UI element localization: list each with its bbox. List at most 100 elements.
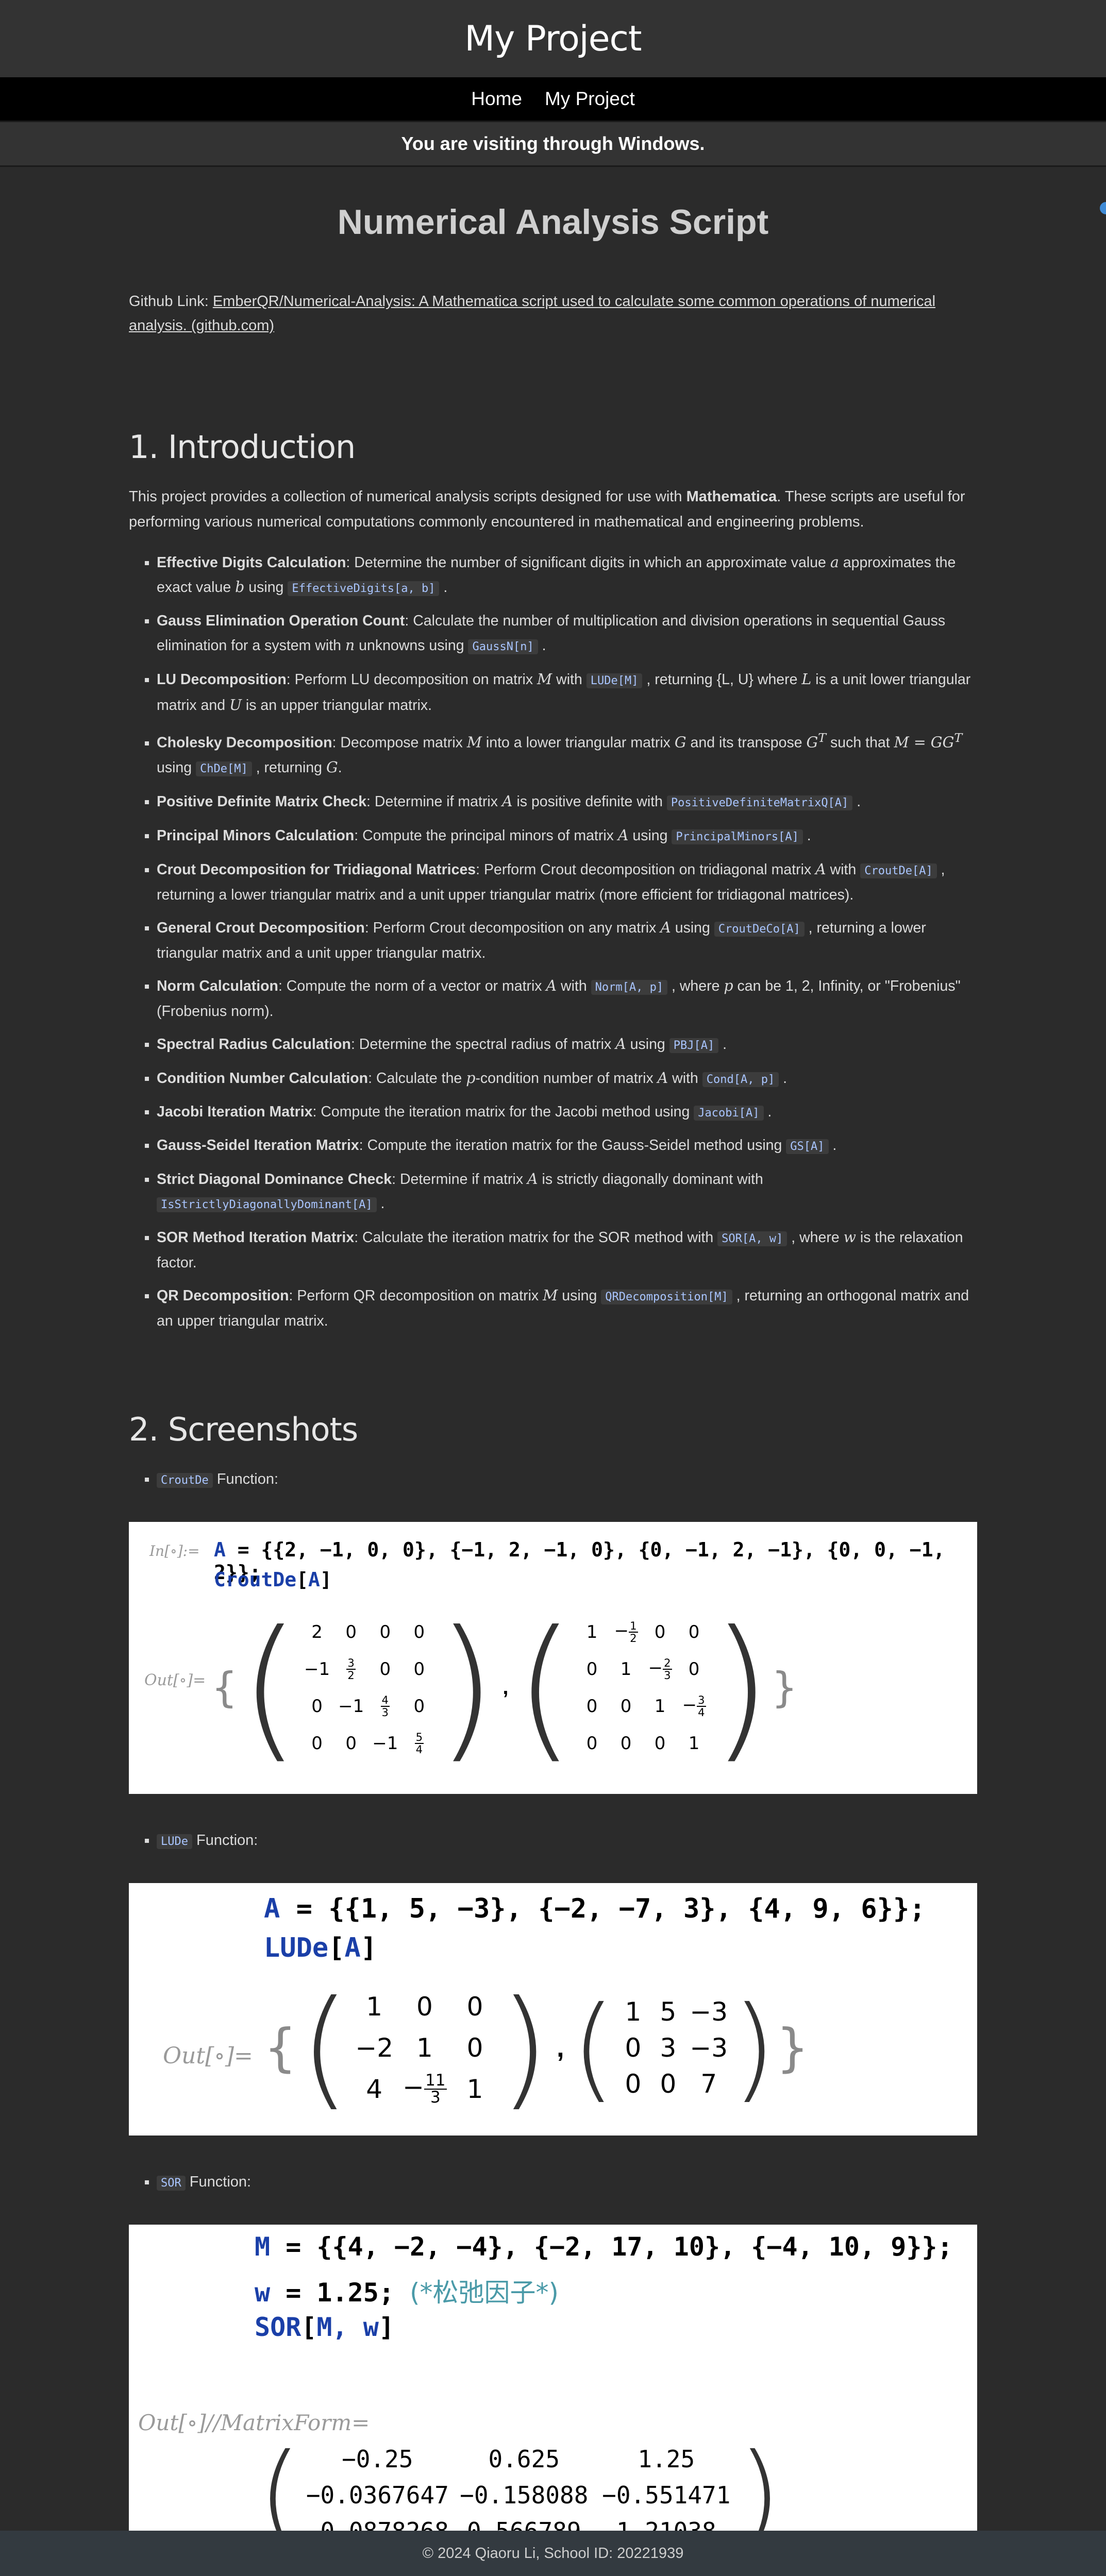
list-item: QR Decomposition: Perform QR decompositi… [157, 1283, 977, 1333]
matrix-cell: −2 [355, 2032, 394, 2063]
feature-text: : Compute the iteration matrix for the J… [312, 1103, 694, 1120]
matrix-cell: 0 [654, 1733, 666, 1754]
matrix-cell: 1 [688, 1733, 700, 1754]
list-item: Principal Minors Calculation: Compute th… [157, 823, 977, 849]
matrix-cell: 0 [345, 1621, 357, 1642]
matrix-cell: 0 [620, 1733, 632, 1754]
feature-name: Jacobi Iteration Matrix [157, 1103, 313, 1120]
feature-text: , returning [252, 759, 326, 776]
code-rest: = 1.25; [270, 2277, 410, 2308]
matrix-cell: 0 [586, 1733, 598, 1754]
math-var: a [830, 554, 839, 571]
matrix-cell: 1.25 [638, 2445, 695, 2473]
feature-name: General Crout Decomposition [157, 919, 365, 936]
code-fn: SOR [255, 2312, 301, 2342]
feature-text: : Determine the number of significant di… [346, 554, 830, 571]
feature-text: using [628, 827, 672, 844]
out-label: Out[∘]//MatrixForm= [138, 2410, 370, 2435]
math-var: A [660, 919, 671, 936]
feature-text: using [558, 1287, 601, 1304]
site-header: My Project [0, 0, 1106, 77]
intro-text-1: This project provides a collection of nu… [129, 488, 686, 505]
code-bracket-close: ] [378, 2312, 394, 2342]
feature-text: with [668, 1070, 702, 1087]
feature-text: using [157, 759, 196, 776]
feature-text: is positive definite with [512, 793, 667, 810]
feature-text: : Calculate the [368, 1070, 466, 1087]
matrix-cell: 0 [345, 1733, 357, 1754]
matrix-cell: 0 [620, 1696, 632, 1717]
math-var: p [724, 977, 733, 994]
feature-name: Effective Digits Calculation [157, 554, 346, 571]
github-label: Github Link: [129, 293, 213, 310]
matrix-cell: −1 2 [614, 1619, 638, 1645]
nav-home-link[interactable]: Home [471, 88, 522, 110]
function-code: CroutDe [157, 1472, 213, 1488]
footer-text: © 2024 Qiaoru Li, School ID: 20221939 [422, 2545, 684, 2562]
matrix-cell: 0 [379, 1621, 391, 1642]
feature-text: with [557, 977, 591, 994]
matrix-row: 007 [615, 2066, 732, 2102]
output-expression: { ( 1 0 0 −2 1 0 4−11 3 1 ) , ( 1 5 −3 0 3 −3 0 0 7 ) } [264, 1983, 809, 2112]
feature-text: . [538, 637, 546, 654]
math-var: L [801, 671, 812, 688]
matrix-cell: 43 [380, 1693, 390, 1719]
feature-text: using [671, 919, 714, 936]
feature-code: CroutDeCo[A] [714, 921, 805, 937]
floating-dot-icon[interactable] [1100, 202, 1106, 214]
matrix-cell: 0 [688, 1658, 700, 1680]
feature-name: Strict Diagonal Dominance Check [157, 1171, 392, 1188]
math-var: A [657, 1069, 668, 1087]
matrix-cell: 0 [688, 1621, 700, 1642]
site-title[interactable]: My Project [464, 19, 642, 59]
github-line: Github Link: EmberQR/Numerical-Analysis:… [129, 290, 977, 338]
feature-code: LUDe[M] [586, 673, 643, 688]
list-item: Gauss Elimination Operation Count: Calcu… [157, 609, 977, 659]
matrix-cell: 0 [625, 2069, 642, 2099]
out-label: Out[∘]= [163, 2042, 253, 2069]
feature-code: Jacobi[A] [694, 1105, 764, 1121]
matrix-cell: 0.625 [488, 2445, 560, 2473]
matrix-cell: 0 [413, 1621, 425, 1642]
feature-text: . [338, 759, 342, 776]
math-var: G [674, 734, 686, 751]
code-var: w [255, 2277, 271, 2308]
math-var: A [527, 1170, 538, 1188]
code-bracket-close: ] [320, 1568, 332, 1591]
matrix-cell: 0 [311, 1696, 323, 1717]
feature-text: with [826, 861, 861, 878]
feature-text: , where [787, 1229, 844, 1246]
open-paren: ( [239, 1597, 300, 1777]
github-link[interactable]: EmberQR/Numerical-Analysis: A Mathematic… [129, 293, 935, 334]
feature-code: IsStrictlyDiagonallyDominant[A] [157, 1197, 377, 1212]
matrix-row: −0.0367647 −0.158088 −0.551471 [302, 2477, 738, 2513]
math-var: M [466, 734, 482, 751]
result-matrix-u: 1−1 2 0 0 0 1−2 3 0 0 0 1−3 4 0 0 0 1 [575, 1614, 711, 1762]
screenshot-caption: SOR Function: [129, 2170, 977, 2196]
feature-text: : Perform Crout decomposition on tridiag… [476, 861, 816, 878]
lude-screenshot: A = {{1, 5, −3}, {−2, −7, 3}, {4, 9, 6}}… [129, 1883, 977, 2136]
matrix-row: 0 3 −3 [615, 2030, 732, 2066]
sor-screenshot: M = {{4, −2, −4}, {−2, 17, 10}, {−4, 10,… [129, 2224, 977, 2566]
matrix-cell: 32 [346, 1656, 356, 1682]
list-item: LU Decomposition: Perform LU decompositi… [157, 667, 977, 718]
matrix-cell: −3 [690, 2032, 728, 2063]
list-item: SOR Function: [157, 2170, 977, 2196]
matrix-row: 4 −11 3 1 [350, 2069, 499, 2110]
matrix-cell: −0.0367647 [306, 2481, 449, 2509]
math-var: b [235, 579, 245, 596]
list-item: Crout Decomposition for Tridiagonal Matr… [157, 857, 977, 907]
matrix-row: −2 1 0 [350, 2027, 499, 2069]
input-line-3: SOR[M, w] [255, 2312, 394, 2342]
feature-code: SOR[A, w] [717, 1231, 787, 1246]
feature-text: . [718, 1036, 727, 1053]
feature-list: Effective Digits Calculation: Determine … [129, 550, 977, 1333]
input-line-1: M = {{4, −2, −4}, {−2, 17, 10}, {−4, 10,… [255, 2232, 953, 2262]
matrix-cell: 0 [660, 2069, 677, 2099]
matrix-cell: 0 [311, 1733, 323, 1754]
matrix-cell: 5 [660, 1996, 677, 2027]
out-label: Out[∘]= [144, 1671, 206, 1689]
matrix-cell: 0 [413, 1696, 425, 1717]
feature-text: : Perform Crout decomposition on any mat… [364, 919, 661, 936]
nav-my-project-link[interactable]: My Project [545, 88, 635, 110]
